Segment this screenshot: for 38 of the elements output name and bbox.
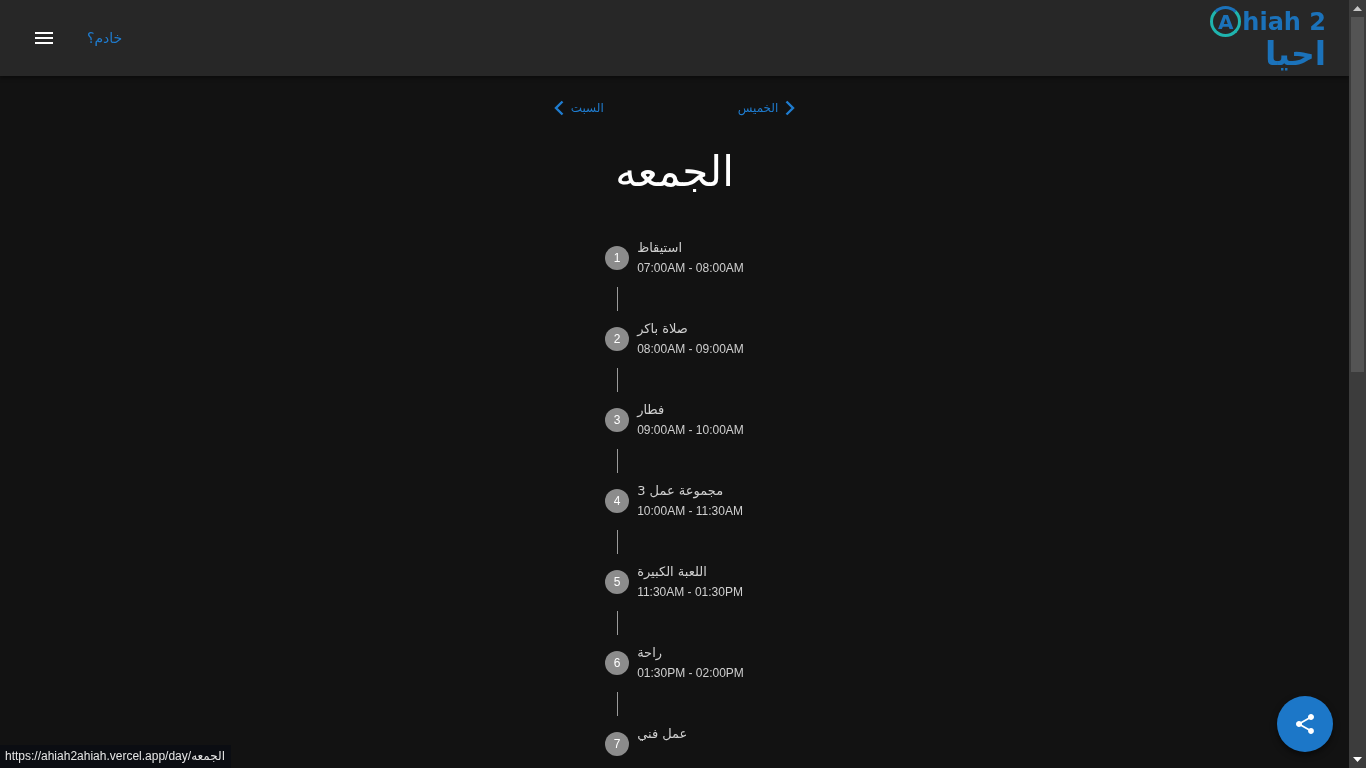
share-icon: [1296, 714, 1314, 734]
step-number: 4: [605, 489, 630, 513]
step-time: 01:30PM - 02:00PM: [637, 665, 744, 682]
menu-icon: [35, 32, 53, 44]
step-title: فطار: [637, 401, 666, 419]
step-time: 08:00AM - 09:00AM: [637, 341, 744, 358]
step-title: مجموعة عمل 3: [637, 482, 725, 501]
step-number: 2: [605, 327, 630, 351]
chevron-right-icon: [785, 100, 796, 116]
day-nav-link[interactable]: الخميس: [737, 99, 796, 117]
step-number: 3: [605, 408, 630, 432]
step-title: اللعبة الكبيرة: [637, 563, 708, 581]
step-title: صلاة باكر: [637, 320, 689, 338]
step-time: 09:00AM - 10:00AM: [637, 422, 744, 439]
step-number: 6: [605, 651, 630, 675]
step-number: 7: [605, 732, 630, 756]
step-title: استيقاظ: [637, 239, 684, 257]
step-number: 1: [605, 246, 630, 270]
arrow-down-icon[interactable]: [1353, 757, 1362, 762]
header-link[interactable]: خادم؟: [87, 27, 123, 49]
logo-text: hiah 2: [1242, 6, 1326, 37]
share-button[interactable]: [1277, 696, 1333, 752]
day-nav-link[interactable]: السبت: [553, 99, 604, 117]
step-time: 11:30AM - 01:30PM: [637, 584, 743, 601]
step-title: راحة: [637, 644, 664, 663]
menu-button[interactable]: [35, 32, 53, 44]
chevron-left-icon: [553, 100, 564, 116]
step-title: عمل فني: [637, 725, 688, 743]
status-url: https://ahiah2ahiah.vercel.app/day/الجمعه: [0, 745, 232, 768]
step-number: 5: [605, 570, 630, 594]
step-time: 07:00AM - 08:00AM: [637, 260, 744, 277]
arrow-up-icon[interactable]: [1353, 6, 1362, 11]
scrollbar-thumb[interactable]: [1351, 17, 1364, 372]
logo-text: احيا: [1265, 37, 1326, 70]
day-title: الجمعه: [614, 147, 735, 197]
logo-initial: A: [1210, 6, 1242, 37]
step-time: 10:00AM - 11:30AM: [637, 503, 743, 520]
scrollbar[interactable]: [1349, 0, 1366, 768]
